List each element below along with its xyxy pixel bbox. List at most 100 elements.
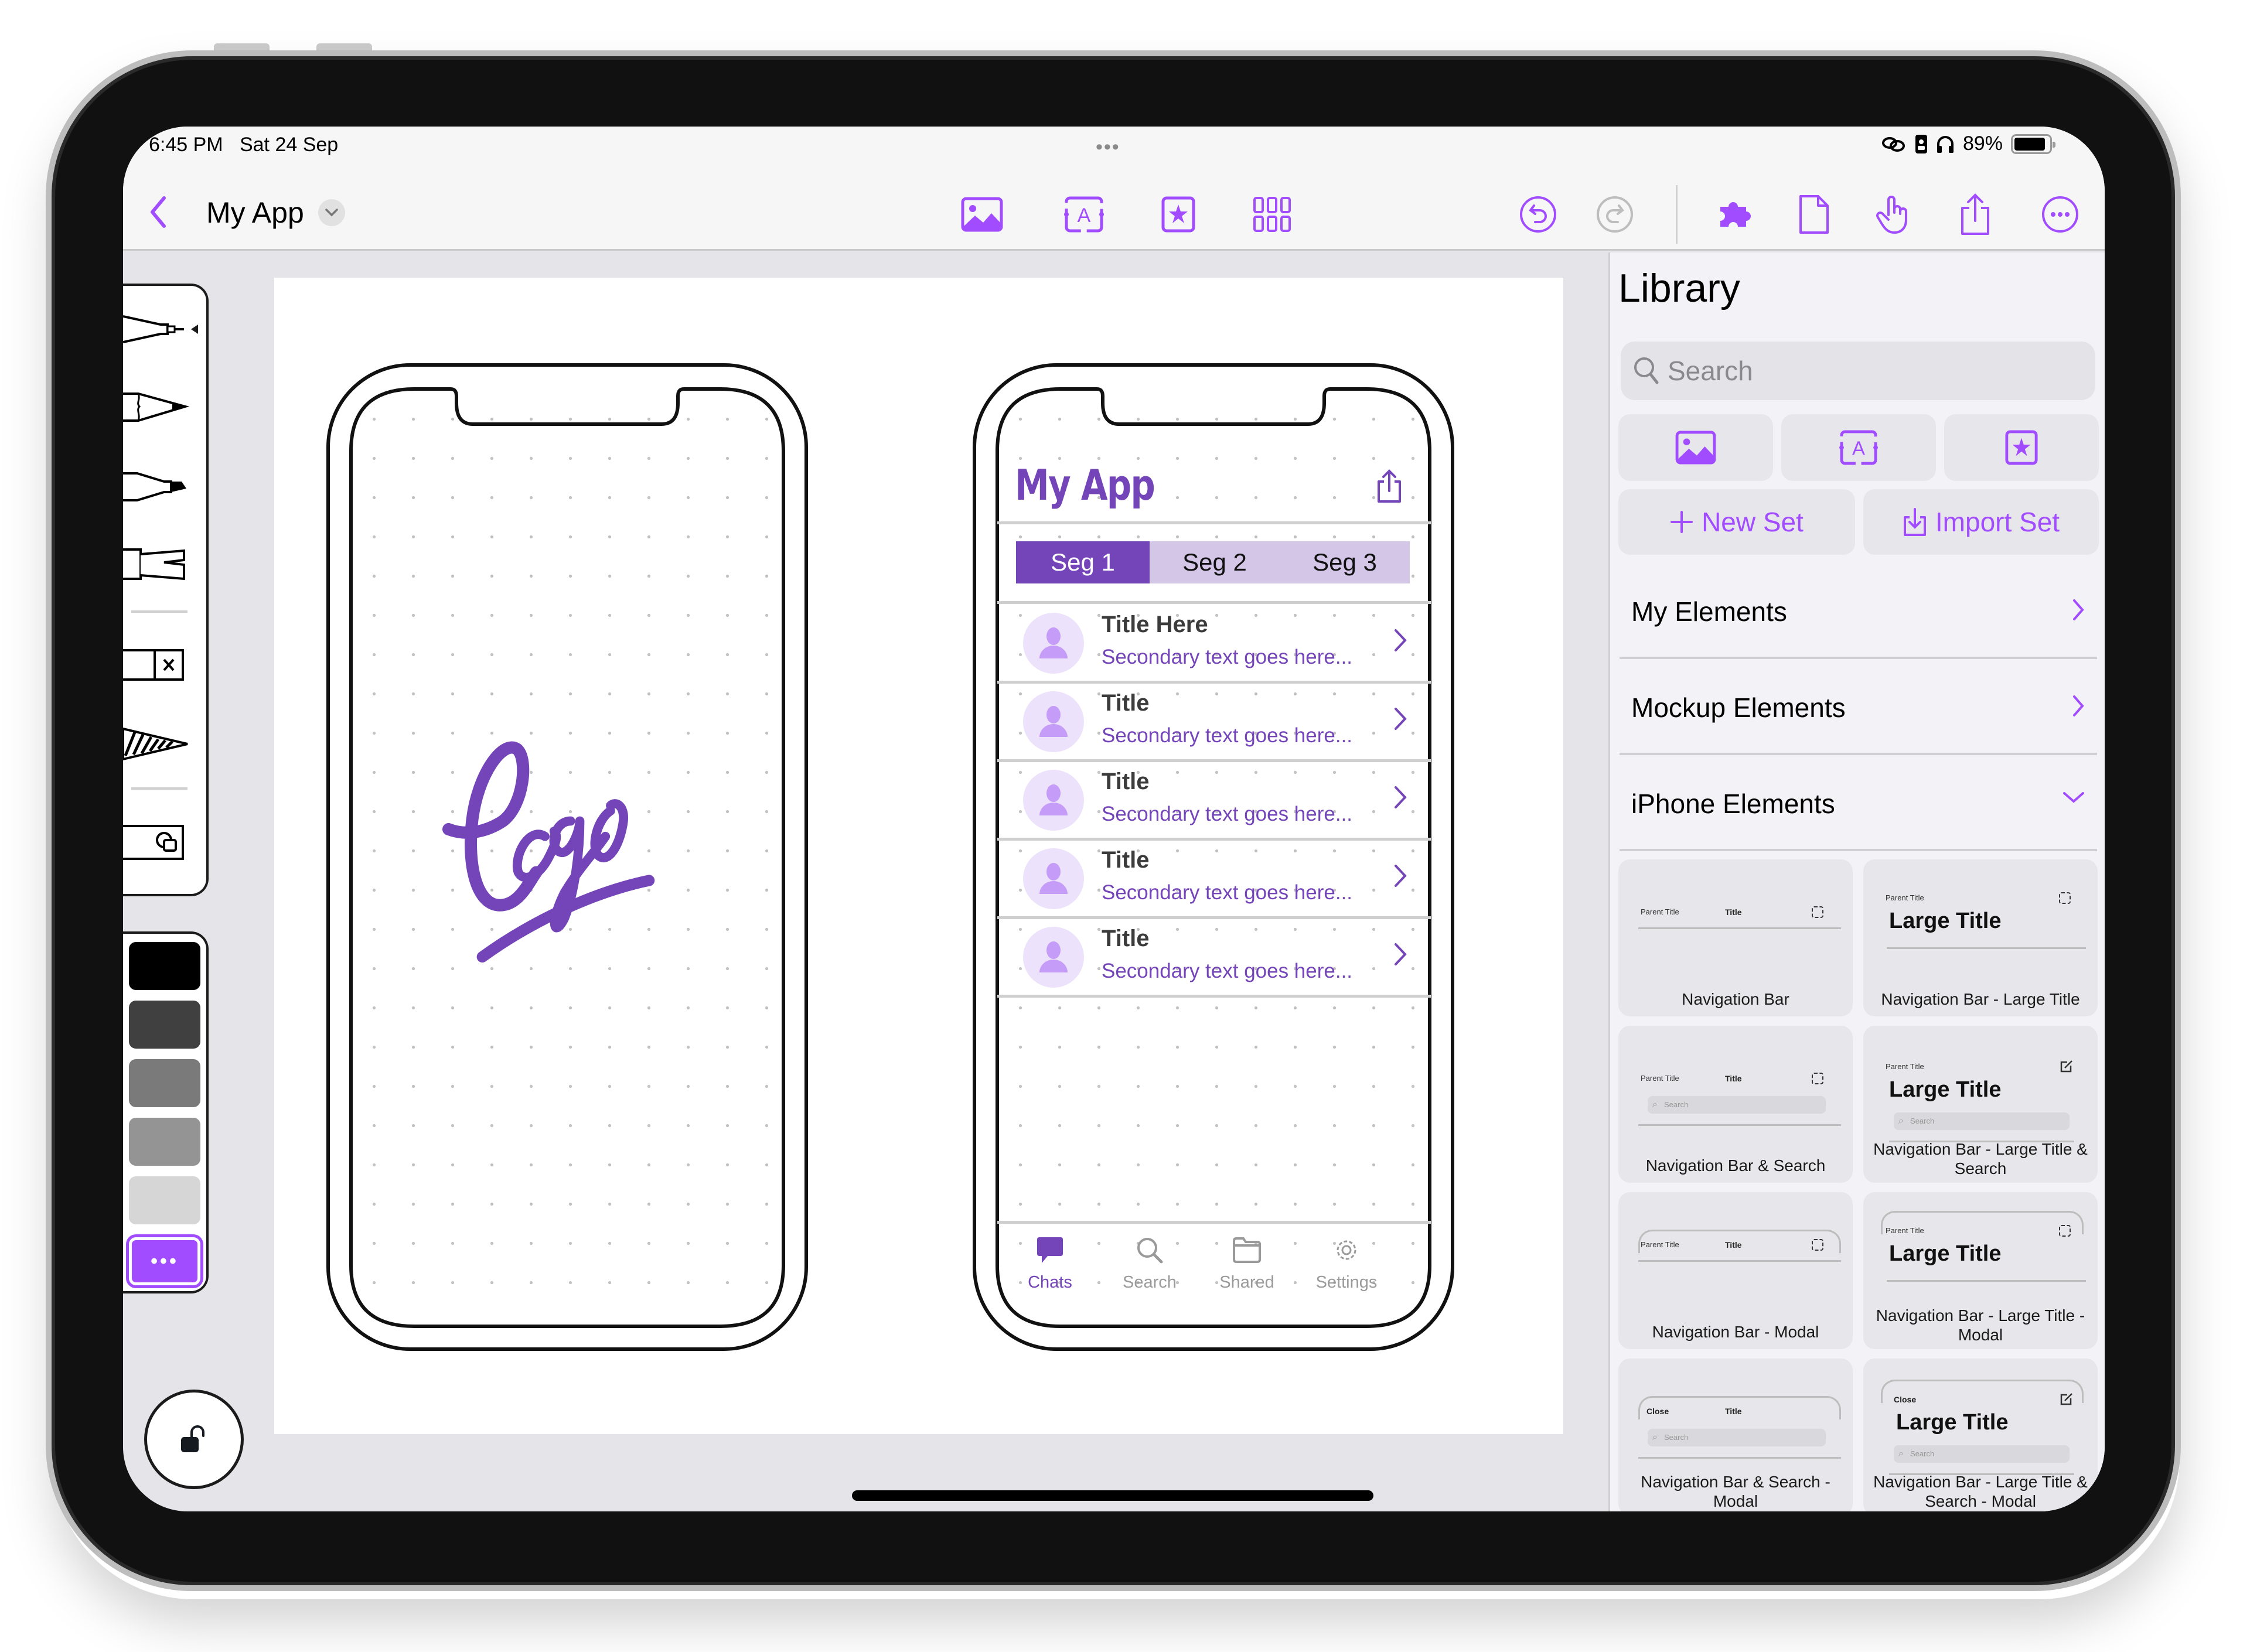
segment-1[interactable]: Seg 1 <box>1016 541 1150 583</box>
logo-drawing <box>442 741 655 962</box>
tool-fine-pen[interactable] <box>123 299 198 357</box>
undo-icon <box>1520 196 1556 233</box>
person-icon <box>1039 706 1068 737</box>
section-mockup-elements[interactable]: Mockup Elements <box>1620 659 2097 755</box>
time-text: 6:45 PM <box>149 134 223 156</box>
home-indicator[interactable] <box>852 1490 1373 1501</box>
mini-parent-title: Parent Title <box>1641 1074 1679 1083</box>
library-search-input[interactable] <box>1668 355 2066 387</box>
more-button[interactable] <box>2039 193 2081 235</box>
more-colors-button[interactable]: ••• <box>129 1237 200 1285</box>
share-button[interactable] <box>1954 193 1996 235</box>
color-swatch-black[interactable] <box>129 942 200 990</box>
insert-text-button[interactable]: A <box>1063 193 1105 235</box>
tool-eraser[interactable] <box>123 634 193 692</box>
segment-3[interactable]: Seg 3 <box>1280 541 1410 583</box>
avatar <box>1023 770 1084 831</box>
mini-large-title: Large Title <box>1889 1077 2002 1102</box>
screen: 6:45 PM Sat 24 Sep ••• 89% My App A My A… <box>123 127 2105 1511</box>
tool-fill[interactable] <box>123 712 193 771</box>
list-item[interactable]: Title Secondary text goes here... <box>997 839 1431 916</box>
element-card[interactable]: Close Title Search Navigation Bar & Search … <box>1618 1359 1853 1511</box>
card-caption: Navigation Bar - Large Title & Search <box>1873 1140 2088 1177</box>
mini-divider <box>1638 927 1841 929</box>
library-button[interactable] <box>1714 193 1756 235</box>
svg-text:A: A <box>1852 438 1865 459</box>
element-card[interactable]: Parent Title Large Title Navigation Bar - … <box>1863 859 2098 1016</box>
tab-chats[interactable]: Chats <box>1003 1235 1097 1292</box>
section-my-elements[interactable]: My Elements <box>1620 563 2097 659</box>
library-search[interactable] <box>1621 342 2095 400</box>
element-card[interactable]: Parent Title Title Search Navigation Bar & … <box>1618 1026 1853 1183</box>
list-item[interactable]: Title Secondary text goes here... <box>997 682 1431 759</box>
list-item[interactable]: Title Secondary text goes here... <box>997 760 1431 838</box>
insert-symbol-button[interactable] <box>1157 193 1199 235</box>
tab-settings[interactable]: Settings <box>1300 1235 1393 1292</box>
headphones-icon <box>1937 135 1954 153</box>
tab-search[interactable]: Search <box>1103 1235 1196 1292</box>
segment-2[interactable]: Seg 2 <box>1150 541 1280 583</box>
library-text-button[interactable]: A <box>1781 414 1936 481</box>
section-label: iPhone Elements <box>1631 789 1835 819</box>
puzzle-icon <box>1720 202 1751 227</box>
mini-divider <box>1638 1260 1841 1262</box>
avatar <box>1023 613 1084 674</box>
tool-brush[interactable] <box>123 534 193 593</box>
avatar <box>1023 848 1084 909</box>
library-panel: Library A New Set Import Set My Elements… <box>1608 252 2105 1511</box>
lock-toggle-button[interactable] <box>144 1390 244 1489</box>
left-phone-mockup[interactable] <box>326 363 808 1351</box>
tool-marker[interactable] <box>123 456 193 514</box>
text-box-icon: A <box>1064 196 1104 233</box>
touch-mode-button[interactable] <box>1873 193 1915 235</box>
tool-pencil[interactable] <box>123 376 193 435</box>
drawing-tool-palette <box>123 284 209 896</box>
color-swatch-gray[interactable] <box>129 1059 200 1107</box>
tool-lasso[interactable] <box>123 811 193 869</box>
element-card[interactable]: Parent Title Large Title Search Navigation … <box>1863 1026 2098 1183</box>
person-icon <box>1039 784 1068 815</box>
document-title[interactable]: My App <box>206 196 304 230</box>
title-menu-button[interactable] <box>318 199 345 226</box>
chevron-down-icon <box>325 209 338 217</box>
compose-icon <box>2060 1060 2072 1073</box>
text-box-icon: A <box>1839 430 1878 465</box>
library-images-button[interactable] <box>1618 414 1773 481</box>
color-swatch-mid-gray[interactable] <box>129 1118 200 1166</box>
redo-button[interactable] <box>1594 193 1636 235</box>
list-item-subtitle: Secondary text goes here... <box>1102 724 1353 747</box>
mini-title: Title <box>1725 1240 1742 1250</box>
new-set-button[interactable]: New Set <box>1618 489 1855 555</box>
mini-search: Search <box>1648 1096 1826 1114</box>
color-swatch-light-gray[interactable] <box>129 1176 200 1224</box>
insert-image-button[interactable] <box>961 193 1003 235</box>
grid-button[interactable] <box>1251 193 1293 235</box>
list-item[interactable]: Title Secondary text goes here... <box>997 917 1431 995</box>
unlock-icon <box>181 1425 204 1452</box>
volume-down-button <box>316 43 372 50</box>
undo-button[interactable] <box>1517 193 1559 235</box>
mock-app-title[interactable]: My App <box>1015 460 1155 510</box>
ellipsis-circle-icon <box>2042 196 2078 233</box>
element-card[interactable]: Parent Title Title Navigation Bar <box>1618 859 1853 1016</box>
color-swatch-dark-gray[interactable] <box>129 1001 200 1049</box>
person-icon <box>1039 627 1068 658</box>
back-button[interactable] <box>144 193 179 231</box>
list-item[interactable]: Title Here Secondary text goes here... <box>997 603 1431 681</box>
library-symbols-button[interactable] <box>1944 414 2099 481</box>
placeholder-icon <box>2059 892 2071 904</box>
multitasking-handle[interactable]: ••• <box>1096 136 1120 159</box>
element-card[interactable]: Close Large Title Search Navigation Bar - L… <box>1863 1359 2098 1511</box>
section-iphone-elements[interactable]: iPhone Elements <box>1620 755 2097 851</box>
page-button[interactable] <box>1793 193 1835 235</box>
import-set-button[interactable]: Import Set <box>1863 489 2099 555</box>
tab-shared[interactable]: Shared <box>1200 1235 1294 1292</box>
share-icon[interactable] <box>1376 469 1403 504</box>
mini-search: Search <box>1648 1429 1826 1446</box>
drawing-canvas[interactable]: My App Seg 1 Seg 2 Seg 3 Title Here Secon… <box>274 278 1563 1434</box>
tab-label: Search <box>1123 1273 1177 1292</box>
element-card[interactable]: Parent Title Title Navigation Bar - Modal <box>1618 1192 1853 1349</box>
element-card[interactable]: Parent Title Large Title Navigation Bar - … <box>1863 1192 2098 1349</box>
right-phone-mockup[interactable]: My App Seg 1 Seg 2 Seg 3 Title Here Secon… <box>973 363 1454 1351</box>
list-item-subtitle: Secondary text goes here... <box>1102 803 1353 825</box>
